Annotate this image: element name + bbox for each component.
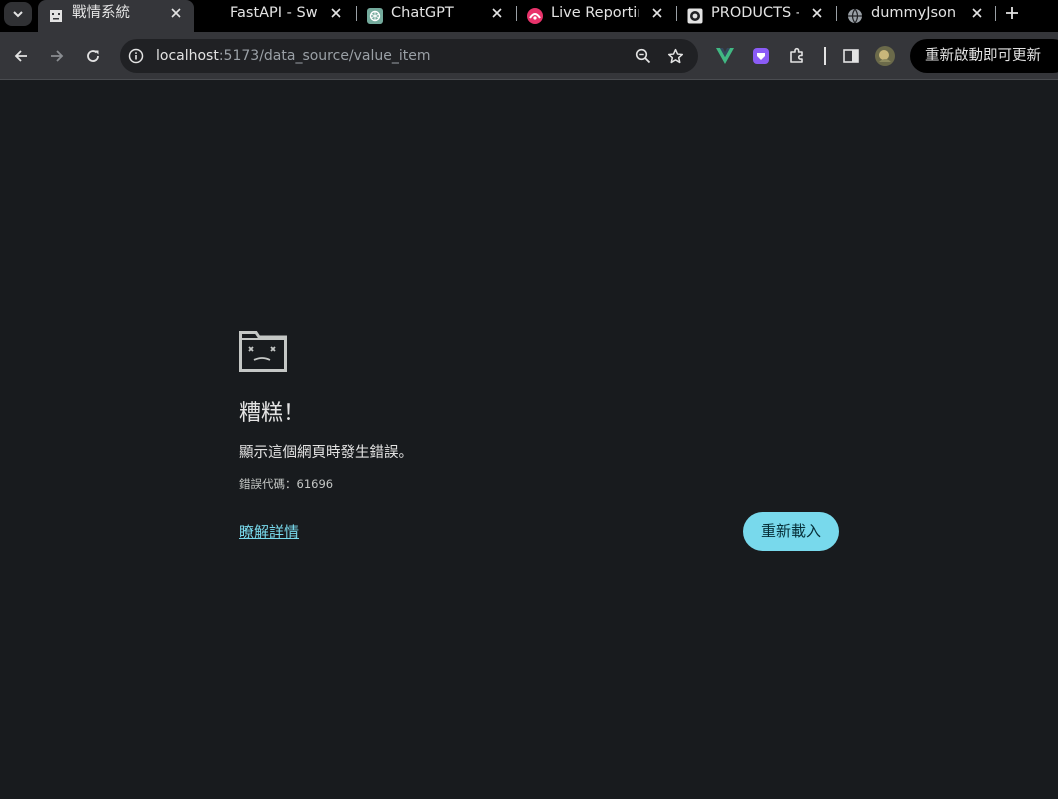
- close-icon[interactable]: [328, 5, 344, 21]
- reload-button[interactable]: 重新載入: [743, 512, 839, 551]
- error-heading: 糟糕！: [239, 401, 306, 426]
- tab-title: dummyJson.c: [871, 5, 955, 21]
- close-icon[interactable]: [168, 5, 184, 21]
- url-host: localhost: [156, 48, 219, 64]
- update-button[interactable]: 重新啟動即可更新: [910, 39, 1058, 73]
- reload-toolbar-button[interactable]: [81, 44, 105, 68]
- broken-page-icon: [48, 8, 64, 24]
- tab-title: PRODUCTS - I: [711, 5, 799, 21]
- tab-title: Live Reportin: [551, 5, 639, 21]
- error-message: 顯示這個網頁時發生錯誤。: [239, 445, 413, 461]
- error-code-label: 錯誤代碼：: [239, 477, 297, 491]
- tab-search-button[interactable]: [4, 2, 32, 26]
- close-icon[interactable]: [649, 5, 665, 21]
- address-bar[interactable]: localhost:5173/data_source/value_item: [120, 39, 698, 73]
- zoom-icon[interactable]: [634, 47, 652, 65]
- side-panel-icon[interactable]: [841, 46, 861, 66]
- close-icon[interactable]: [489, 5, 505, 21]
- tab-title: FastAPI - Swa: [230, 5, 318, 21]
- error-code-value: 61696: [296, 477, 334, 491]
- back-button[interactable]: [9, 44, 33, 68]
- url-path: :5173/data_source/value_item: [218, 48, 431, 64]
- forward-button[interactable]: [45, 44, 69, 68]
- sad-folder-icon: [239, 331, 287, 372]
- tab-title: ChatGPT: [391, 5, 454, 21]
- live-reporting-icon: [527, 8, 543, 24]
- tab-title: 戰情系統: [72, 5, 130, 21]
- url-text[interactable]: localhost:5173/data_source/value_item: [156, 39, 431, 73]
- error-code: 錯誤代碼：61696: [239, 476, 333, 492]
- toolbar-divider: [824, 47, 826, 65]
- close-icon[interactable]: [969, 5, 985, 21]
- arrow-right-icon: [51, 50, 64, 62]
- globe-icon: [847, 8, 863, 24]
- tab-strip: 戰情系統 FastAPI - Swa ChatGPT Live Reportin…: [0, 0, 1058, 32]
- chatgpt-icon: [367, 8, 383, 24]
- profile-avatar[interactable]: [875, 46, 895, 66]
- chevron-down-icon: [13, 11, 23, 18]
- new-tab-button[interactable]: [1002, 3, 1022, 23]
- info-icon[interactable]: [128, 48, 144, 64]
- tab-live-reporting[interactable]: Live Reportin: [517, 0, 673, 32]
- close-icon[interactable]: [809, 5, 825, 21]
- bookmark-star-icon[interactable]: [666, 47, 684, 65]
- tab-separator: [995, 6, 996, 21]
- tab-fastapi[interactable]: FastAPI - Swa: [196, 0, 352, 32]
- plus-icon: [1006, 7, 1018, 19]
- tab-products[interactable]: PRODUCTS - I: [677, 0, 833, 32]
- tab-chatgpt[interactable]: ChatGPT: [357, 0, 513, 32]
- products-icon: [687, 8, 703, 24]
- refresh-icon: [87, 50, 99, 62]
- vue-devtools-icon[interactable]: [715, 46, 735, 66]
- toolbar: localhost:5173/data_source/value_item 重新…: [0, 32, 1058, 80]
- puzzle-icon[interactable]: [787, 46, 807, 66]
- extension-purple-icon[interactable]: [751, 46, 771, 66]
- arrow-left-icon: [14, 50, 27, 62]
- learn-more-link[interactable]: 瞭解詳情: [239, 521, 299, 542]
- tab-dummyjson[interactable]: dummyJson.c: [837, 0, 993, 32]
- tab-active[interactable]: 戰情系統: [38, 0, 194, 32]
